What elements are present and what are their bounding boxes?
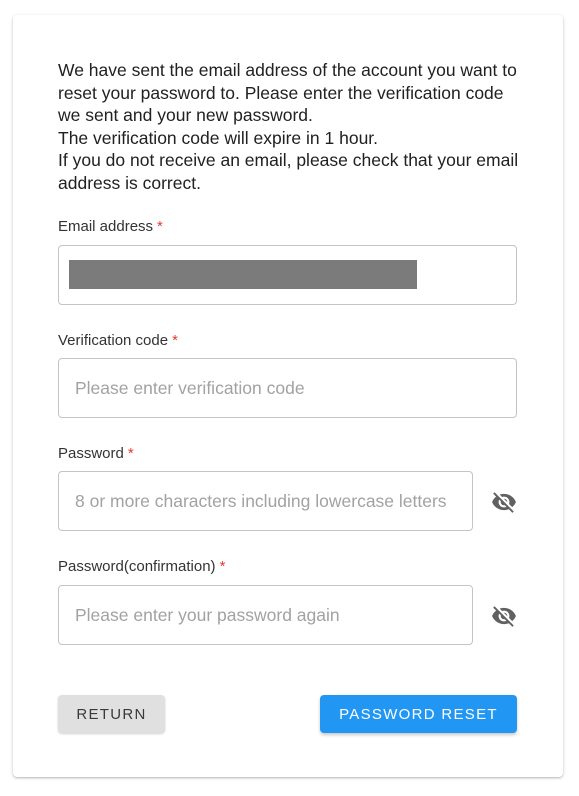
required-mark: *: [157, 218, 163, 235]
toggle-password-visibility-icon[interactable]: [491, 489, 517, 515]
required-mark: *: [219, 558, 226, 575]
password-label: Password *: [58, 444, 134, 464]
required-mark: *: [172, 332, 178, 349]
eye-off-icon: [492, 606, 516, 627]
email-label-text: Email address: [58, 218, 154, 235]
password-confirmation-input[interactable]: [58, 585, 473, 645]
eye-off-icon: [492, 492, 516, 513]
password-label-text: Password: [58, 445, 124, 462]
required-mark: *: [127, 445, 134, 462]
verification-code-label-text: Verification code: [58, 332, 169, 349]
email-label: Email address *: [58, 217, 163, 237]
password-reset-button[interactable]: Password reset: [320, 695, 517, 733]
verification-code-input[interactable]: [58, 358, 517, 418]
password-confirmation-label-text: Password(confirmation): [58, 558, 216, 575]
reset-password-card: We have sent the email address of the ac…: [13, 15, 563, 777]
password-confirmation-label: Password(confirmation) *: [58, 557, 225, 577]
return-button[interactable]: Return: [58, 695, 165, 733]
password-input[interactable]: [58, 471, 473, 531]
verification-code-label: Verification code *: [58, 331, 178, 351]
instructions-text: We have sent the email address of the ac…: [58, 60, 519, 193]
toggle-password-confirmation-visibility-icon[interactable]: [491, 603, 517, 629]
redacted-email-value: [69, 260, 417, 289]
